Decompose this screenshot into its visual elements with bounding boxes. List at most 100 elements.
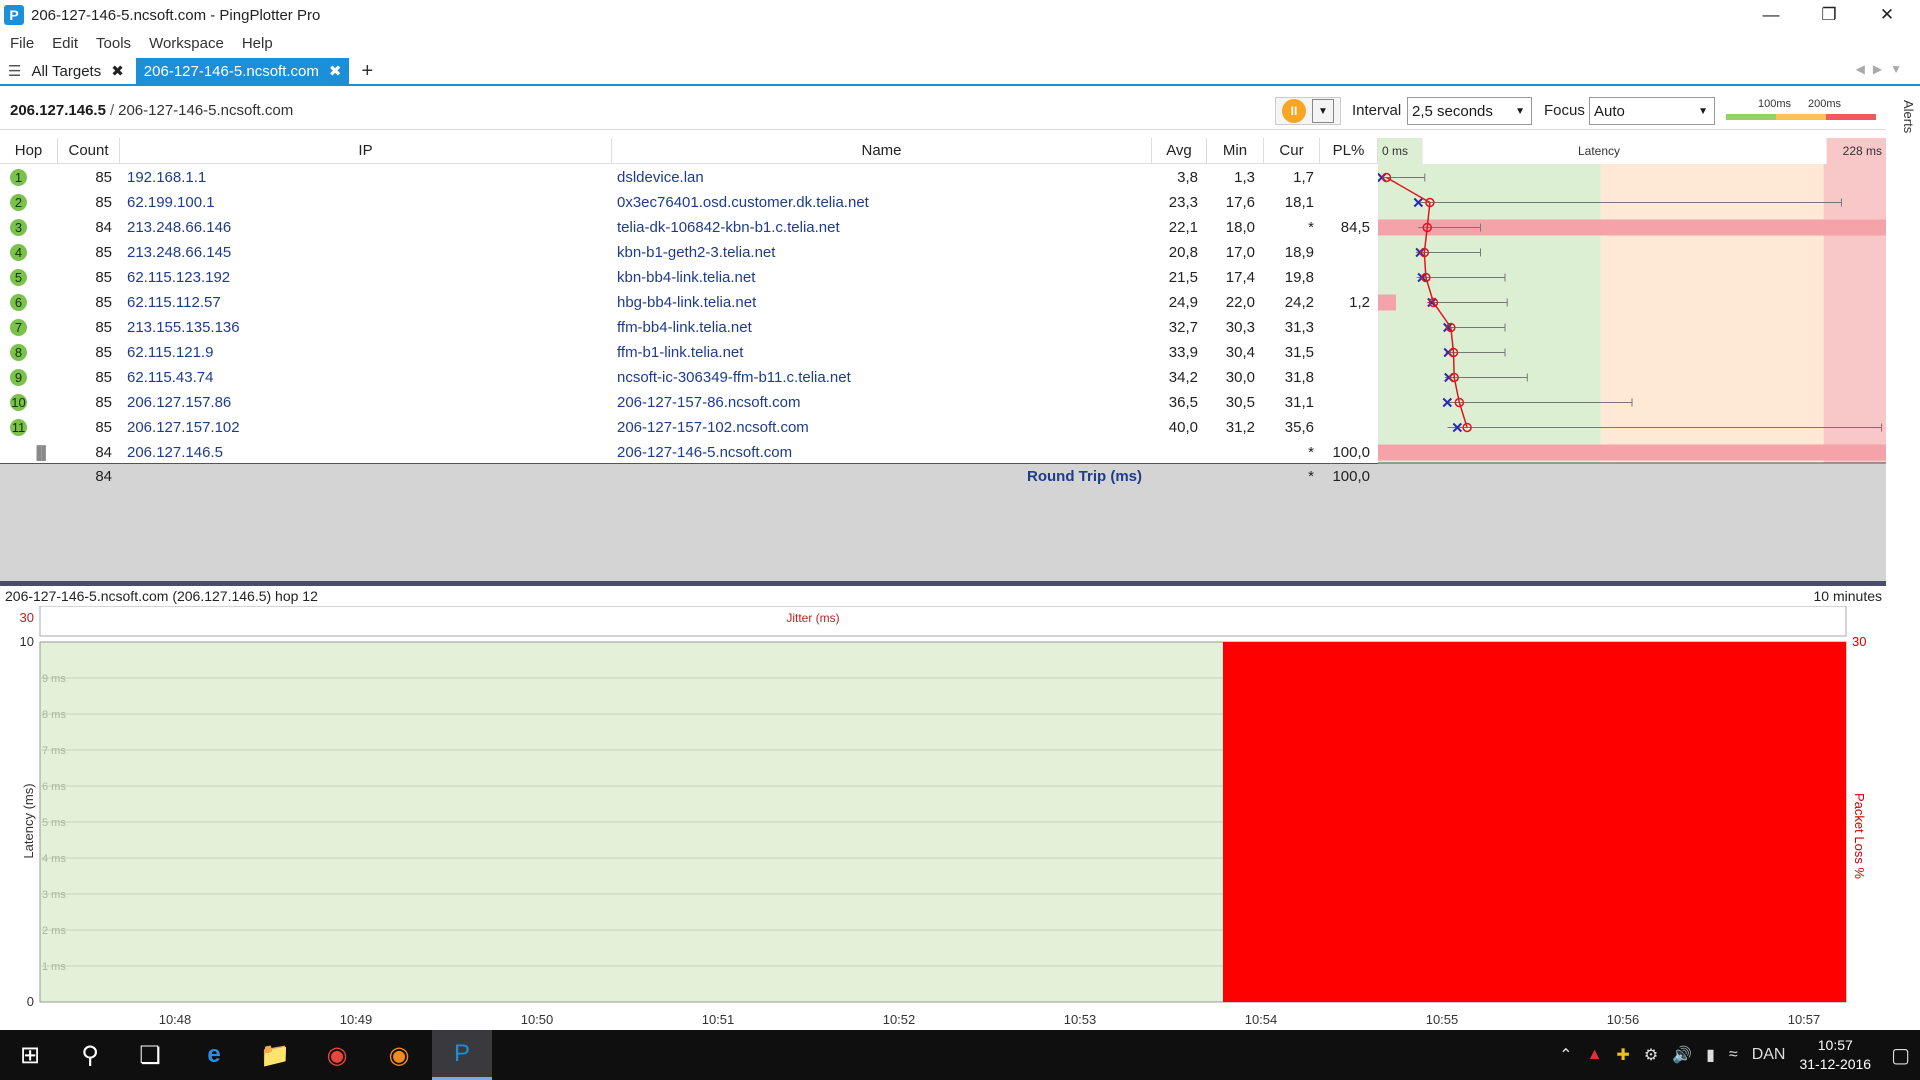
hop-badge: 11: [10, 419, 27, 436]
table-row[interactable]: ▐▌ 84 206.127.146.5 206-127-146-5.ncsoft.co…: [0, 440, 1380, 465]
tray-plus-icon[interactable]: ✚: [1616, 1045, 1629, 1065]
tab-target[interactable]: 206-127-146-5.ncsoft.com ✖: [135, 58, 350, 84]
table-row[interactable]: 4 85 213.248.66.145 kbn-b1-geth2-3.telia.ne…: [0, 240, 1380, 265]
alerts-panel-toggle[interactable]: Alerts: [1888, 92, 1916, 142]
jitter-label: Jitter (ms): [786, 611, 839, 625]
tab-scroll-arrows-icon[interactable]: ◀▶▼: [1856, 62, 1910, 76]
close-button[interactable]: ✕: [1858, 0, 1916, 30]
pingplotter-logo-icon: P: [4, 5, 24, 25]
cell-cur: 31,8: [1284, 369, 1314, 386]
windows-taskbar: ⊞ ⚲ ❏ e 📁 ◉ ◉ P ⌃ ▲ ✚ ⚙ 🔊 ▮ ≈ DAN 10:57 …: [0, 1030, 1920, 1080]
hop-cell: 3: [0, 215, 58, 240]
cell-count: 85: [95, 369, 112, 386]
firefox-icon[interactable]: ◉: [369, 1030, 429, 1080]
col-min[interactable]: Min: [1207, 138, 1264, 164]
hop-cell: 9: [0, 365, 58, 390]
hop-cell: 7: [0, 315, 58, 340]
menu-tools[interactable]: Tools: [96, 35, 131, 52]
latency-zone-green: [1378, 164, 1601, 463]
timeline-duration[interactable]: 10 minutes: [1814, 588, 1882, 604]
notification-icon[interactable]: ▢: [1891, 1043, 1910, 1068]
menu-help[interactable]: Help: [242, 35, 273, 52]
table-row[interactable]: 2 85 62.199.100.1 0x3ec76401.osd.customer.d…: [0, 190, 1380, 215]
close-tab-icon[interactable]: ✖: [111, 62, 124, 80]
table-row[interactable]: 1 85 192.168.1.1 dsldevice.lan 3,8 1,3 1,7: [0, 165, 1380, 190]
cell-name: ffm-b1-link.telia.net: [617, 344, 744, 361]
wifi-icon[interactable]: ≈: [1729, 1046, 1738, 1064]
latency-header-bg: [1378, 138, 1886, 164]
scale-100-label: 100ms: [1758, 98, 1792, 110]
col-name[interactable]: Name: [612, 138, 1152, 164]
y-tick-label: 7 ms: [42, 745, 66, 757]
language-indicator[interactable]: DAN: [1752, 1046, 1786, 1064]
clock[interactable]: 10:57 31-12-2016: [1799, 1036, 1871, 1074]
hop-badge: 6: [10, 294, 27, 311]
cell-avg: 21,5: [1168, 269, 1198, 286]
speaker-icon[interactable]: 🔊: [1672, 1045, 1692, 1065]
timeline-graph-svg: Jitter (ms) 30 10 9 ms 8 ms 7 ms 6 ms 5 ms 4 ms 3…: [20, 605, 1867, 1027]
task-view-icon[interactable]: ❏: [120, 1030, 180, 1080]
close-tab-icon[interactable]: ✖: [329, 62, 342, 80]
search-icon[interactable]: ⚲: [60, 1030, 120, 1080]
col-avg[interactable]: Avg: [1152, 138, 1207, 164]
tray-steam-icon[interactable]: ⚙: [1644, 1045, 1658, 1065]
cell-name: 206-127-157-86.ncsoft.com: [617, 394, 801, 411]
hop-badge: 5: [10, 269, 27, 286]
cell-ip: 206.127.157.102: [127, 419, 240, 436]
latency-zone-yellow: [1600, 164, 1824, 463]
table-row[interactable]: 5 85 62.115.123.192 kbn-bb4-link.telia.net 2…: [0, 265, 1380, 290]
chevron-down-icon[interactable]: ▼: [1312, 99, 1334, 123]
table-row[interactable]: 10 85 206.127.157.86 206-127-157-86.ncsoft.…: [0, 390, 1380, 415]
pause-icon[interactable]: II: [1282, 99, 1306, 123]
hop-cell: 10: [0, 390, 58, 415]
menu-workspace[interactable]: Workspace: [149, 35, 224, 52]
cell-name: 0x3ec76401.osd.customer.dk.telia.net: [617, 194, 869, 211]
table-row[interactable]: 6 85 62.115.112.57 hbg-bb4-link.telia.net 24…: [0, 290, 1380, 315]
col-ip[interactable]: IP: [120, 138, 612, 164]
pingplotter-taskbar-icon[interactable]: P: [432, 1030, 492, 1080]
cell-count: 84: [95, 444, 112, 461]
focus-select[interactable]: Auto ▼: [1589, 97, 1715, 125]
latency-header-label: Latency: [1578, 144, 1620, 158]
menu-edit[interactable]: Edit: [52, 35, 78, 52]
restore-button[interactable]: ❐: [1800, 0, 1858, 30]
tray-app-icon[interactable]: ▲: [1587, 1046, 1603, 1064]
cell-pl: [1320, 315, 1370, 340]
chrome-icon[interactable]: ◉: [307, 1030, 367, 1080]
menu-file[interactable]: File: [10, 35, 34, 52]
cell-pl: 100,0: [1332, 444, 1370, 461]
latency-graph[interactable]: 0 ms Latency 228 ms: [1377, 138, 1886, 582]
interval-select[interactable]: 2,5 seconds ▼: [1407, 97, 1532, 125]
cell-avg: 20,8: [1168, 244, 1198, 261]
chevron-up-icon[interactable]: ⌃: [1559, 1045, 1572, 1065]
table-row[interactable]: 11 85 206.127.157.102 206-127-157-102.ncsof…: [0, 415, 1380, 440]
col-cur[interactable]: Cur: [1264, 138, 1320, 164]
windows-start-icon[interactable]: ⊞: [0, 1030, 60, 1080]
hop-cell: 2: [0, 190, 58, 215]
col-hop[interactable]: Hop: [0, 138, 58, 164]
hop-cell: 4: [0, 240, 58, 265]
col-count[interactable]: Count: [58, 138, 120, 164]
battery-icon[interactable]: ▮: [1706, 1045, 1715, 1065]
window-title: 206-127-146-5.ncsoft.com - PingPlotter P…: [31, 6, 321, 24]
scale-green-bar: [1726, 114, 1776, 120]
hamburger-icon: ☰: [8, 63, 22, 80]
add-tab-button[interactable]: +: [361, 58, 373, 84]
cell-name: hbg-bb4-link.telia.net: [617, 294, 757, 311]
table-row[interactable]: 8 85 62.115.121.9 ffm-b1-link.telia.net 33,9…: [0, 340, 1380, 365]
table-row[interactable]: 3 84 213.248.66.146 telia-dk-106842-kbn-b1.…: [0, 215, 1380, 240]
timeline-graph[interactable]: Jitter (ms) 30 10 9 ms 8 ms 7 ms 6 ms 5 ms 4 ms 3…: [0, 605, 1886, 1030]
tab-all-targets[interactable]: ☰ All Targets ✖: [0, 58, 132, 84]
table-row[interactable]: 9 85 62.115.43.74 ncsoft-ic-306349-ffm-b11.…: [0, 365, 1380, 390]
cell-min: 30,3: [1225, 319, 1255, 336]
cell-min: 17,0: [1225, 244, 1255, 261]
file-explorer-icon[interactable]: 📁: [245, 1030, 305, 1080]
table-row[interactable]: 7 85 213.155.135.136 ffm-bb4-link.telia.net…: [0, 315, 1380, 340]
cell-count: 85: [95, 319, 112, 336]
cell-pl: [1320, 415, 1370, 440]
col-pl[interactable]: PL%: [1320, 138, 1378, 164]
bar-chart-icon[interactable]: ▐▌: [32, 440, 50, 465]
minimize-button[interactable]: —: [1742, 0, 1800, 30]
hop-cell: 1: [0, 165, 58, 190]
edge-browser-icon[interactable]: e: [184, 1030, 244, 1080]
